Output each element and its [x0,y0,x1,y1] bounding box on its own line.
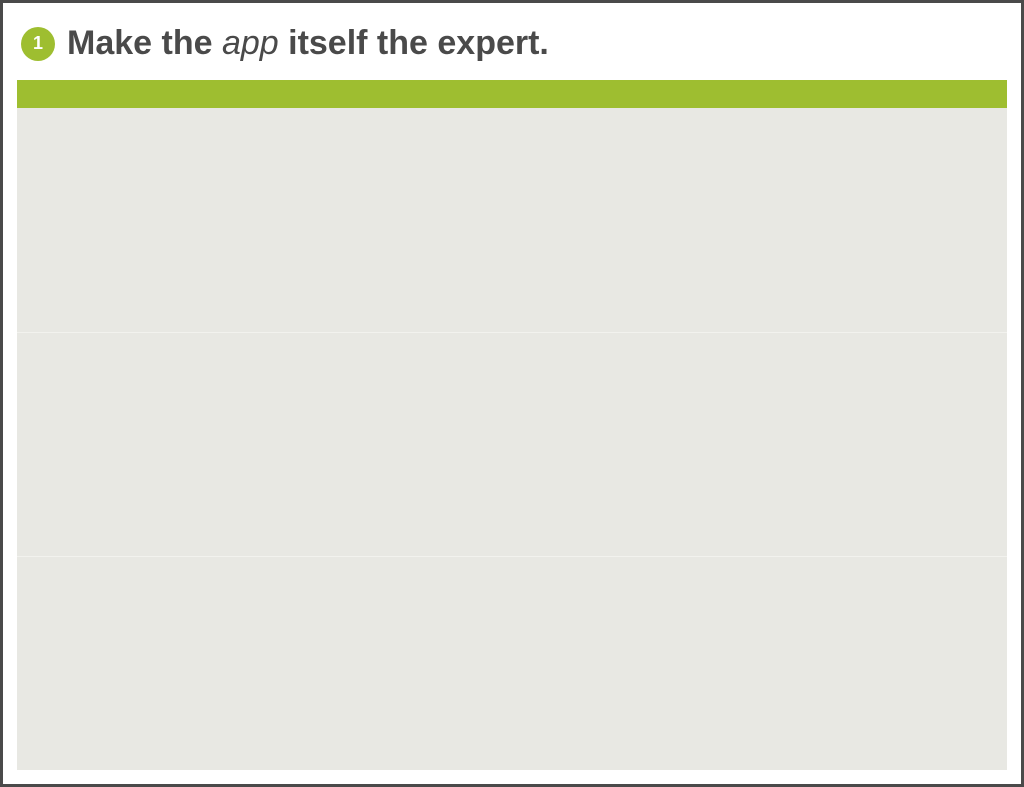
accent-bar [17,80,1007,108]
slide-header: 1 Make the app itself the expert. [3,3,1021,80]
slide-number-badge: 1 [21,27,55,61]
slide-container: 1 Make the app itself the expert. [0,0,1024,787]
title-before: Make the [67,24,222,62]
title-italic: app [222,24,279,62]
slide-number: 1 [33,33,43,54]
content-panels [17,108,1007,770]
content-panel-3 [17,557,1007,770]
slide-title: Make the app itself the expert. [67,25,549,62]
content-panel-2 [17,333,1007,557]
title-after: itself the expert. [279,24,549,62]
content-panel-1 [17,108,1007,332]
